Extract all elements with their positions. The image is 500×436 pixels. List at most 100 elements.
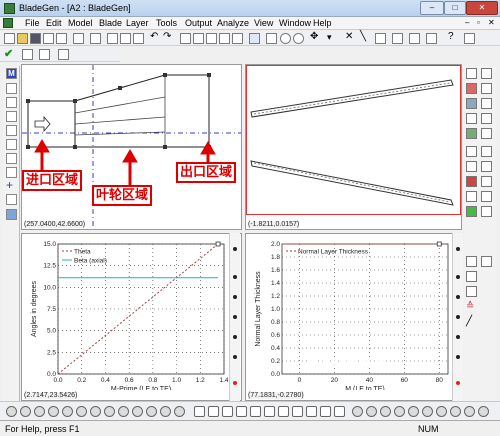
maximize-button[interactable]: □ <box>444 1 466 15</box>
menu-blade[interactable]: Blade <box>99 18 122 28</box>
tool-b33-icon[interactable] <box>464 406 475 417</box>
tool-b21-icon[interactable] <box>292 406 303 417</box>
view-11-icon[interactable] <box>466 146 477 157</box>
menu-file[interactable]: File <box>25 18 40 28</box>
mode-m-icon[interactable]: M <box>6 68 17 79</box>
tool-8-icon[interactable] <box>6 194 17 205</box>
thickness-view[interactable]: 0 20 40 60 80 0.0 0.2 0.4 0.6 0.8 1.0 1.2 1.4 1.6 1.8 2… <box>245 233 462 401</box>
tool-b12-icon[interactable] <box>160 406 171 417</box>
tool-b11-icon[interactable] <box>146 406 157 417</box>
menu-tools[interactable]: Tools <box>156 18 177 28</box>
layer-icon[interactable] <box>22 49 33 60</box>
check-icon[interactable]: ✔ <box>4 47 15 60</box>
view-14-icon[interactable] <box>481 161 492 172</box>
view-1-icon[interactable] <box>466 68 477 79</box>
tool-b30-icon[interactable] <box>422 406 433 417</box>
dropdown-icon[interactable]: ▾ <box>327 32 338 43</box>
thick-dot-1[interactable] <box>456 247 460 251</box>
view-6-icon[interactable] <box>481 98 492 109</box>
view-15-icon[interactable] <box>466 176 477 187</box>
mdi-minimize-icon[interactable]: – <box>465 18 469 27</box>
menu-analyze[interactable]: Analyze <box>217 18 249 28</box>
tool-b29-icon[interactable] <box>408 406 419 417</box>
plot-1-icon[interactable] <box>466 256 477 267</box>
points-icon[interactable] <box>409 33 420 44</box>
section-icon[interactable] <box>39 49 50 60</box>
mdi-close-icon[interactable]: ✕ <box>488 18 495 27</box>
chart-icon[interactable] <box>426 33 437 44</box>
plot-3-icon[interactable] <box>466 271 477 282</box>
zoom-box-icon[interactable] <box>180 33 191 44</box>
view-18-icon[interactable] <box>481 191 492 202</box>
tool-b2-icon[interactable] <box>20 406 31 417</box>
tool-b22-icon[interactable] <box>306 406 317 417</box>
new-icon[interactable] <box>4 33 15 44</box>
tool-b26-icon[interactable] <box>366 406 377 417</box>
blade-section-view[interactable]: 叶片切面视 (-1.8211,0.0157) <box>245 64 462 230</box>
tool-b28-icon[interactable] <box>394 406 405 417</box>
thick-dot-2[interactable] <box>456 275 460 279</box>
plot-4-icon[interactable] <box>466 286 477 297</box>
tool-b14-icon[interactable] <box>194 406 205 417</box>
plot-5-icon[interactable]: ≙ <box>466 301 477 312</box>
select-icon[interactable] <box>266 33 277 44</box>
tool-4-icon[interactable] <box>6 125 17 136</box>
menu-view[interactable]: View <box>254 18 273 28</box>
angle-view[interactable]: 0.0 0.2 0.4 0.6 0.8 1.0 1.2 1.4 0.0 2.5 5.0 7.5 10.0… <box>21 233 242 401</box>
view-19-icon[interactable] <box>466 206 477 217</box>
tool-b25-icon[interactable] <box>352 406 363 417</box>
tool-b3-icon[interactable] <box>34 406 45 417</box>
move-icon[interactable]: ✥ <box>310 31 321 42</box>
copy-icon[interactable] <box>120 33 131 44</box>
curve-icon[interactable] <box>392 33 403 44</box>
pan-icon[interactable] <box>219 33 230 44</box>
tool-b27-icon[interactable] <box>380 406 391 417</box>
tool-b20-icon[interactable] <box>278 406 289 417</box>
tool-9-icon[interactable] <box>6 209 17 220</box>
view-7-icon[interactable] <box>466 113 477 124</box>
tool-b34-icon[interactable] <box>478 406 489 417</box>
menu-layer[interactable]: Layer <box>126 18 149 28</box>
tool-b31-icon[interactable] <box>436 406 447 417</box>
zoom-x-icon[interactable] <box>193 33 204 44</box>
tool-b1-icon[interactable] <box>6 406 17 417</box>
fit-icon[interactable] <box>232 33 243 44</box>
thick-dot-active[interactable] <box>456 381 460 385</box>
view-2-icon[interactable] <box>481 68 492 79</box>
grid-icon[interactable] <box>249 33 260 44</box>
view-8-icon[interactable] <box>481 113 492 124</box>
tool-b8-icon[interactable] <box>104 406 115 417</box>
view-16-icon[interactable] <box>481 176 492 187</box>
tool-b16-icon[interactable] <box>222 406 233 417</box>
spline-icon[interactable] <box>375 33 386 44</box>
zoom-out-icon[interactable] <box>293 33 304 44</box>
layer-dot-5[interactable] <box>233 335 237 339</box>
thick-dot-5[interactable] <box>456 335 460 339</box>
import-icon[interactable] <box>73 33 84 44</box>
layer-dot-4[interactable] <box>233 315 237 319</box>
menu-help[interactable]: Help <box>313 18 332 28</box>
plot-6-icon[interactable]: ╱ <box>466 316 477 327</box>
save-as-icon[interactable] <box>43 33 54 44</box>
thick-dot-4[interactable] <box>456 315 460 319</box>
zoom-y-icon[interactable] <box>206 33 217 44</box>
view-13-icon[interactable] <box>466 161 477 172</box>
view-4-icon[interactable] <box>481 83 492 94</box>
menu-model[interactable]: Model <box>68 18 93 28</box>
thick-dot-6[interactable] <box>456 355 460 359</box>
tool-b9-icon[interactable] <box>118 406 129 417</box>
tool-b17-icon[interactable] <box>236 406 247 417</box>
tool-b23-icon[interactable] <box>320 406 331 417</box>
layer-dot-2[interactable] <box>233 275 237 279</box>
camera-icon[interactable] <box>90 33 101 44</box>
help-icon[interactable]: ? <box>448 31 459 42</box>
layer-dot-3[interactable] <box>233 295 237 299</box>
view-3-icon[interactable] <box>466 83 477 94</box>
tool-b19-icon[interactable] <box>264 406 275 417</box>
tool-3-icon[interactable] <box>6 111 17 122</box>
undo-icon[interactable]: ↶ <box>150 31 161 42</box>
plot-2-icon[interactable] <box>481 256 492 267</box>
menu-window[interactable]: Window <box>279 18 311 28</box>
add-point-icon[interactable]: + <box>6 178 17 192</box>
view-17-icon[interactable] <box>466 191 477 202</box>
